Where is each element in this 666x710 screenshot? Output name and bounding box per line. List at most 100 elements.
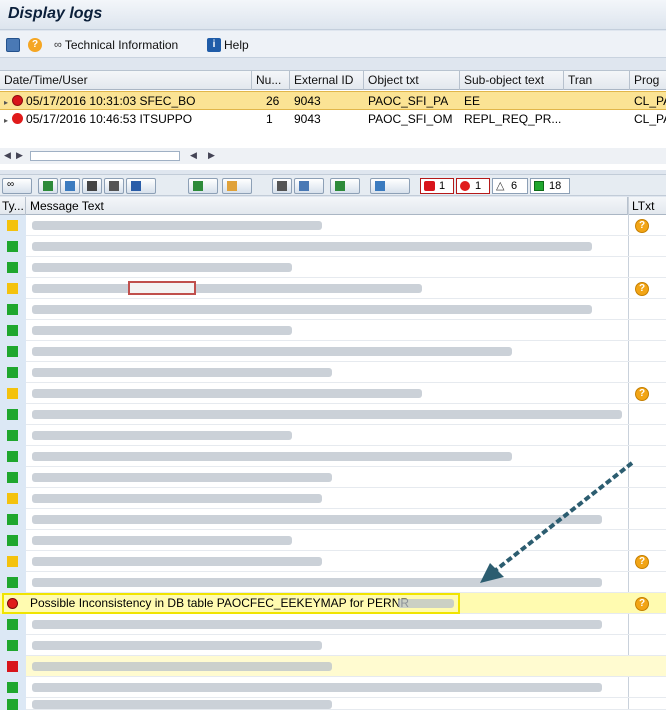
horizontal-scrollbar[interactable]: ◀ ▶ ◀ ▶ [0, 148, 666, 164]
column-header-object-txt[interactable]: Object txt [364, 71, 460, 90]
log-row-tran [564, 92, 630, 111]
success-status-icon [7, 241, 18, 252]
scroll-right-icon[interactable]: ▶ [208, 150, 215, 161]
export-button[interactable] [330, 178, 360, 194]
stop-count-button[interactable]: 1 [420, 178, 454, 194]
message-row[interactable] [0, 236, 666, 257]
question-icon: ? [28, 37, 42, 52]
print-button[interactable] [272, 178, 292, 194]
long-text-icon[interactable]: ? [635, 282, 649, 296]
glasses-icon: ∞ [54, 38, 62, 51]
message-row[interactable] [0, 257, 666, 278]
warning-status-icon [7, 493, 18, 504]
layout-button[interactable] [370, 178, 410, 194]
message-row[interactable] [0, 656, 666, 677]
success-status-icon [7, 619, 18, 630]
export-icon [335, 181, 345, 191]
views-button[interactable] [294, 178, 324, 194]
find-next-button[interactable] [104, 178, 124, 194]
subtotal-button[interactable] [222, 178, 252, 194]
message-table-header: Ty... Message Text LTxt [0, 197, 666, 215]
log-row-object-txt: PAOC_SFI_PA [368, 94, 449, 108]
warning-count-button[interactable]: △ 6 [492, 178, 528, 194]
warning-status-icon [7, 388, 18, 399]
warning-status-icon [7, 283, 18, 294]
success-status-icon [7, 577, 18, 588]
log-row-prog: CL_PA [634, 112, 666, 126]
binoculars-icon [87, 181, 97, 191]
scrollbar-thumb[interactable] [30, 151, 180, 161]
total-button[interactable] [188, 178, 218, 194]
log-row-subobject-txt: EE [464, 94, 481, 108]
sort-icon [43, 181, 53, 191]
print-icon [277, 181, 287, 191]
success-status-icon [7, 409, 18, 420]
message-row[interactable] [0, 425, 666, 446]
success-count-button[interactable]: 18 [530, 178, 570, 194]
expand-icon[interactable]: ▸ [4, 116, 8, 125]
message-row[interactable]: ? [0, 278, 666, 299]
application-toolbar: ? ∞ Technical Information i Help [0, 31, 666, 58]
message-row[interactable] [0, 341, 666, 362]
column-header-number[interactable]: Nu... [252, 71, 290, 90]
layout-icon [375, 181, 385, 191]
help-button[interactable]: i Help [207, 36, 249, 53]
subtotal-icon [227, 181, 237, 191]
message-row-highlighted[interactable]: Possible Inconsistency in DB table PAOCF… [0, 593, 666, 614]
message-table: Ty... Message Text LTxt ? ? ? ? Possible… [0, 197, 666, 710]
message-row[interactable]: ? [0, 215, 666, 236]
stop-icon [424, 181, 435, 191]
column-header-prog[interactable]: Prog [630, 71, 666, 90]
column-header-datetime[interactable]: Date/Time/User [0, 71, 252, 90]
technical-info-toggle-button[interactable]: ∞ [2, 178, 32, 194]
log-row-selected[interactable]: ▸ 05/17/2016 10:31:03 SFEC_BO 26 9043 PAO… [0, 91, 666, 110]
log-row-subobject-txt: REPL_REQ_PR... [464, 112, 562, 126]
message-row[interactable]: ? [0, 383, 666, 404]
message-row[interactable] [0, 614, 666, 635]
annotation-arrow [480, 461, 634, 583]
message-row[interactable] [0, 362, 666, 383]
page-title: Display logs [8, 5, 103, 22]
find-button[interactable] [82, 178, 102, 194]
log-row-datetime: ▸ 05/17/2016 10:31:03 SFEC_BO [4, 94, 196, 108]
filter-button[interactable] [60, 178, 80, 194]
scroll-left-icon[interactable]: ◀ [190, 150, 197, 161]
message-row[interactable] [0, 698, 666, 710]
message-row[interactable] [0, 299, 666, 320]
message-row[interactable] [0, 635, 666, 656]
success-status-icon [7, 367, 18, 378]
scroll-left-icon[interactable]: ◀ [4, 150, 11, 161]
redaction-box [128, 281, 196, 295]
scroll-right-icon[interactable]: ▶ [16, 150, 23, 161]
success-status-icon [7, 451, 18, 462]
column-header-tran[interactable]: Tran [564, 71, 630, 90]
column-header-subobject-txt[interactable]: Sub-object text [460, 71, 564, 90]
expand-icon[interactable]: ▸ [4, 98, 8, 107]
success-status-icon [7, 472, 18, 483]
success-status-icon [7, 699, 18, 710]
log-row-external-id: 9043 [294, 94, 321, 108]
long-text-icon[interactable]: ? [635, 219, 649, 233]
column-header-type[interactable]: Ty... [0, 197, 26, 215]
technical-information-button[interactable]: ∞ Technical Information [54, 36, 178, 53]
error-count-button[interactable]: 1 [456, 178, 490, 194]
message-row[interactable] [0, 404, 666, 425]
refresh-button[interactable] [6, 36, 20, 53]
success-status-icon [7, 346, 18, 357]
long-text-icon[interactable]: ? [635, 387, 649, 401]
error-icon [460, 181, 470, 191]
message-row[interactable] [0, 320, 666, 341]
success-icon [534, 181, 544, 191]
question-button[interactable]: ? [28, 36, 42, 53]
column-header-ltxt[interactable]: LTxt [628, 197, 666, 215]
column-header-external-id[interactable]: External ID [290, 71, 364, 90]
log-row[interactable]: ▸ 05/17/2016 10:46:53 ITSUPPO 1 9043 PAOC… [0, 110, 666, 129]
column-header-message-text[interactable]: Message Text [26, 197, 628, 215]
message-row[interactable] [0, 677, 666, 698]
set-filter-button[interactable] [126, 178, 156, 194]
long-text-icon[interactable]: ? [635, 597, 649, 611]
info-icon: i [207, 37, 221, 52]
warning-status-icon [7, 556, 18, 567]
sort-ascending-button[interactable] [38, 178, 58, 194]
success-status-icon [7, 682, 18, 693]
